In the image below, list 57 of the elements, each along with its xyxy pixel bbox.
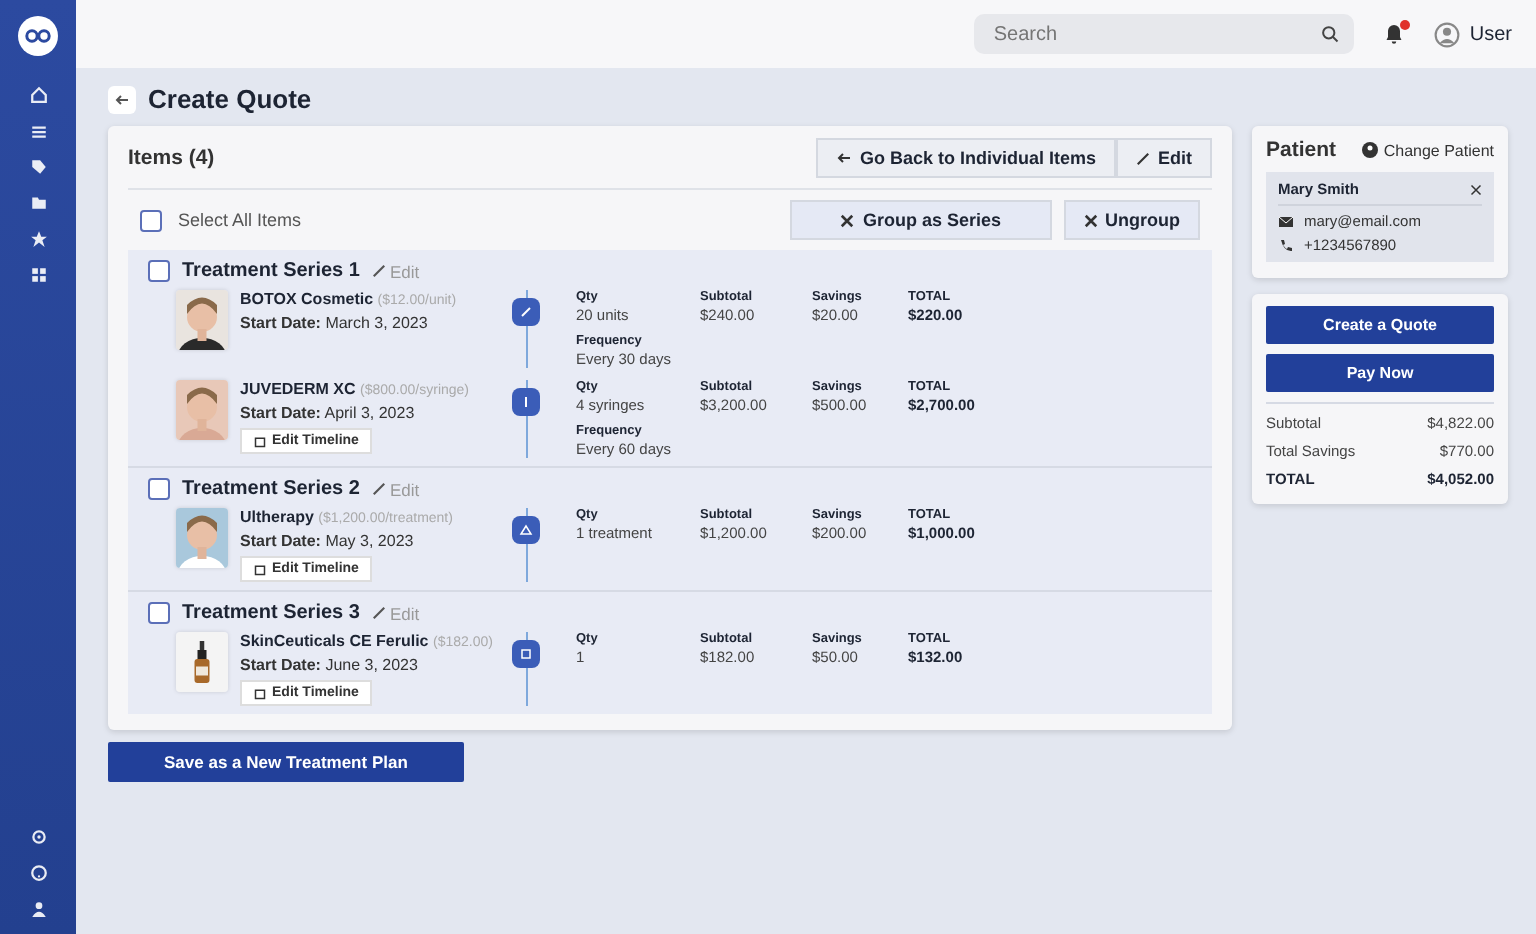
list-icon[interactable] <box>29 122 47 140</box>
checkbox[interactable] <box>148 260 170 282</box>
checkbox[interactable] <box>140 209 162 231</box>
folder-icon[interactable] <box>29 194 47 212</box>
items-title: Items (4) <box>128 146 215 170</box>
star-icon[interactable] <box>29 230 47 248</box>
timeline-node[interactable] <box>512 388 540 416</box>
back-arrow-icon <box>114 91 130 107</box>
pencil-icon <box>1136 151 1150 165</box>
series-title: Treatment Series 1 <box>182 260 360 282</box>
close-button[interactable] <box>1470 180 1482 200</box>
group-button[interactable]: Group as Series <box>790 200 1051 240</box>
avatar-icon <box>1433 21 1460 47</box>
edit-button[interactable]: Edit <box>1116 138 1212 178</box>
go-back-button[interactable]: Go Back to Individual Items <box>815 138 1116 178</box>
page-title: Create Quote <box>148 84 312 114</box>
select-all-label: Select All Items <box>178 210 302 230</box>
pay-now-button[interactable]: Pay Now <box>1266 354 1494 392</box>
save-plan-button[interactable]: Save as a New Treatment Plan <box>108 742 464 782</box>
back-button[interactable] <box>108 85 136 113</box>
start-date: Start Date: May 3, 2023 <box>240 532 416 550</box>
timeline-node[interactable] <box>512 298 540 326</box>
pencil-icon <box>371 482 386 496</box>
timeline-node[interactable] <box>512 516 540 544</box>
start-date: Start Date: March 3, 2023 <box>240 314 430 332</box>
pencil-icon <box>371 264 386 278</box>
user-name[interactable]: User <box>1469 23 1512 45</box>
node-icon <box>518 646 534 662</box>
grid-icon[interactable] <box>29 266 47 284</box>
checkbox[interactable] <box>148 602 170 624</box>
patient-title: Patient <box>1266 138 1337 162</box>
mail-icon <box>1278 213 1294 229</box>
timeline-node[interactable] <box>512 640 540 668</box>
node-icon <box>518 304 534 320</box>
change-patient-link[interactable]: Change Patient <box>1361 141 1494 159</box>
tag-icon[interactable] <box>29 158 47 176</box>
start-date: Start Date: April 3, 2023 <box>240 404 417 422</box>
arrow-left-icon <box>835 150 852 166</box>
user-icon <box>1361 142 1378 158</box>
ungroup-button[interactable]: Ungroup <box>1063 200 1200 240</box>
pencil-icon <box>371 606 386 620</box>
series-title: Treatment Series 3 <box>182 602 360 624</box>
search-icon <box>1319 24 1340 44</box>
phone-icon <box>1278 237 1294 253</box>
notification-icon[interactable] <box>1381 22 1406 46</box>
close-icon <box>1470 184 1482 196</box>
help-icon[interactable] <box>29 864 47 882</box>
node-icon <box>518 522 534 538</box>
start-date: Start Date: June 3, 2023 <box>240 656 420 674</box>
create-quote-button[interactable]: Create a Quote <box>1266 306 1494 344</box>
settings-icon[interactable] <box>29 828 47 846</box>
home-icon[interactable] <box>29 86 47 104</box>
checkbox[interactable] <box>148 478 170 500</box>
logo-icon <box>18 16 58 56</box>
user-icon[interactable] <box>29 900 47 918</box>
search-field[interactable]: Search <box>973 14 1354 54</box>
series-title: Treatment Series 2 <box>182 478 360 500</box>
